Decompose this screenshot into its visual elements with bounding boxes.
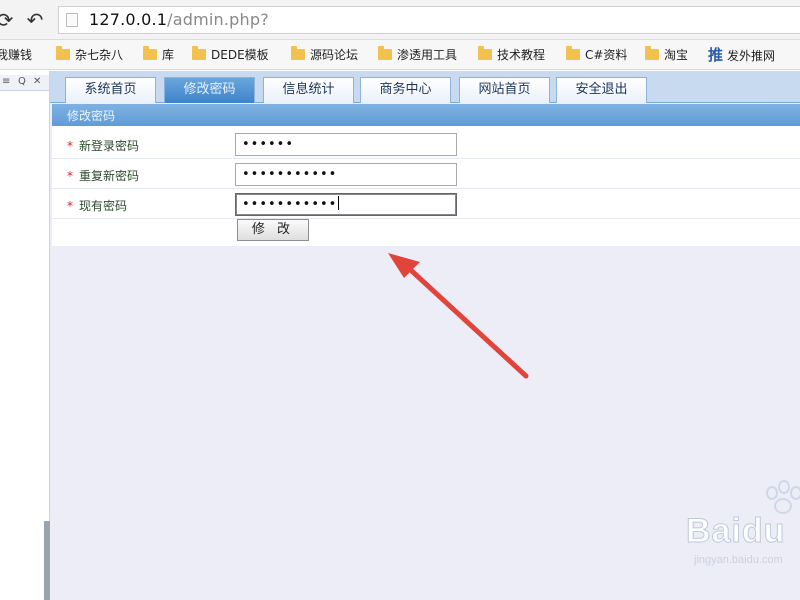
tab-system-home[interactable]: 系统首页 [65, 77, 156, 103]
left-sidebar-frame: ≡ Q ✕ [0, 71, 50, 600]
new-password-input[interactable]: •••••• [235, 133, 457, 156]
bookmark-item[interactable]: 渗透用工具 [378, 46, 457, 64]
form-row-repeat-password: * 重复新密码 ••••••••••• [52, 159, 800, 189]
close-icon[interactable]: ✕ [33, 76, 41, 87]
section-header: 修改密码 [52, 104, 800, 126]
tab-statistics[interactable]: 信息统计 [263, 77, 354, 103]
tab-change-password[interactable]: 修改密码 [164, 77, 255, 103]
bookmark-item[interactable]: 技术教程 [478, 46, 545, 64]
bookmark-item[interactable]: 源码论坛 [291, 46, 358, 64]
folder-icon [566, 46, 580, 60]
text-caret [338, 196, 340, 210]
url-text[interactable]: 127.0.0.1/admin.php? [89, 10, 269, 29]
search-icon[interactable]: Q [18, 76, 26, 87]
submit-change-button[interactable]: 修 改 [237, 219, 309, 241]
bookmarks-bar: 我赚钱 杂七杂八 库 DEDE模板 源码论坛 渗透用工具 技术教程 C#资料 淘… [0, 40, 800, 70]
repeat-password-input[interactable]: ••••••••••• [235, 163, 457, 186]
baidu-watermark: Baidu jingyan.baidu.com [680, 480, 800, 570]
form-row-current-password: * 现有密码 ••••••••••• [52, 189, 800, 219]
folder-icon [645, 46, 659, 60]
folder-icon [143, 46, 157, 60]
pin-icon[interactable]: ≡ [2, 76, 10, 87]
folder-icon [378, 46, 392, 60]
folder-icon [291, 46, 305, 60]
current-password-input[interactable]: ••••••••••• [235, 193, 457, 216]
annotation-arrow [388, 253, 529, 379]
bookmark-item[interactable]: 库 [143, 46, 174, 64]
watermark-brand: Baidu [685, 512, 786, 551]
watermark-url: jingyan.baidu.com [694, 554, 783, 566]
refresh-icon[interactable]: ⟳ [0, 9, 16, 31]
field-label: * 新登录密码 [67, 139, 140, 153]
tab-business-center[interactable]: 商务中心 [360, 77, 451, 103]
page-icon [66, 13, 78, 27]
url-field[interactable]: 127.0.0.1/admin.php? [58, 6, 800, 34]
folder-icon [478, 46, 492, 60]
required-mark: * [67, 199, 73, 213]
tab-site-home[interactable]: 网站首页 [459, 77, 550, 103]
undo-icon[interactable]: ↶ [24, 9, 46, 31]
bookmark-item[interactable]: 推发外推网 [708, 46, 775, 64]
tui-icon: 推 [708, 46, 724, 64]
browser-address-bar: ⟳ ↶ 127.0.0.1/admin.php? [0, 0, 800, 40]
required-mark: * [67, 169, 73, 183]
folder-icon [56, 46, 70, 60]
section-title: 修改密码 [67, 109, 116, 123]
field-label: * 现有密码 [67, 199, 128, 213]
bookmark-item[interactable]: 杂七杂八 [56, 46, 123, 64]
left-panel-header: ≡ Q ✕ [0, 75, 49, 91]
form-row-new-password: * 新登录密码 •••••• [52, 129, 800, 159]
required-mark: * [67, 139, 73, 153]
bookmark-item[interactable]: C#资料 [566, 46, 627, 64]
field-label: * 重复新密码 [67, 169, 140, 183]
bookmark-item[interactable]: 淘宝 [645, 46, 688, 64]
folder-icon [192, 46, 206, 60]
admin-tab-strip: 系统首页 修改密码 信息统计 商务中心 网站首页 安全退出 [50, 71, 800, 103]
bookmark-item[interactable]: 我赚钱 [0, 46, 32, 64]
bookmark-item[interactable]: DEDE模板 [192, 46, 269, 64]
tab-safe-logout[interactable]: 安全退出 [556, 77, 647, 103]
change-password-form: * 新登录密码 •••••• * 重复新密码 ••••••••••• * 现有密码 •… [52, 126, 800, 246]
